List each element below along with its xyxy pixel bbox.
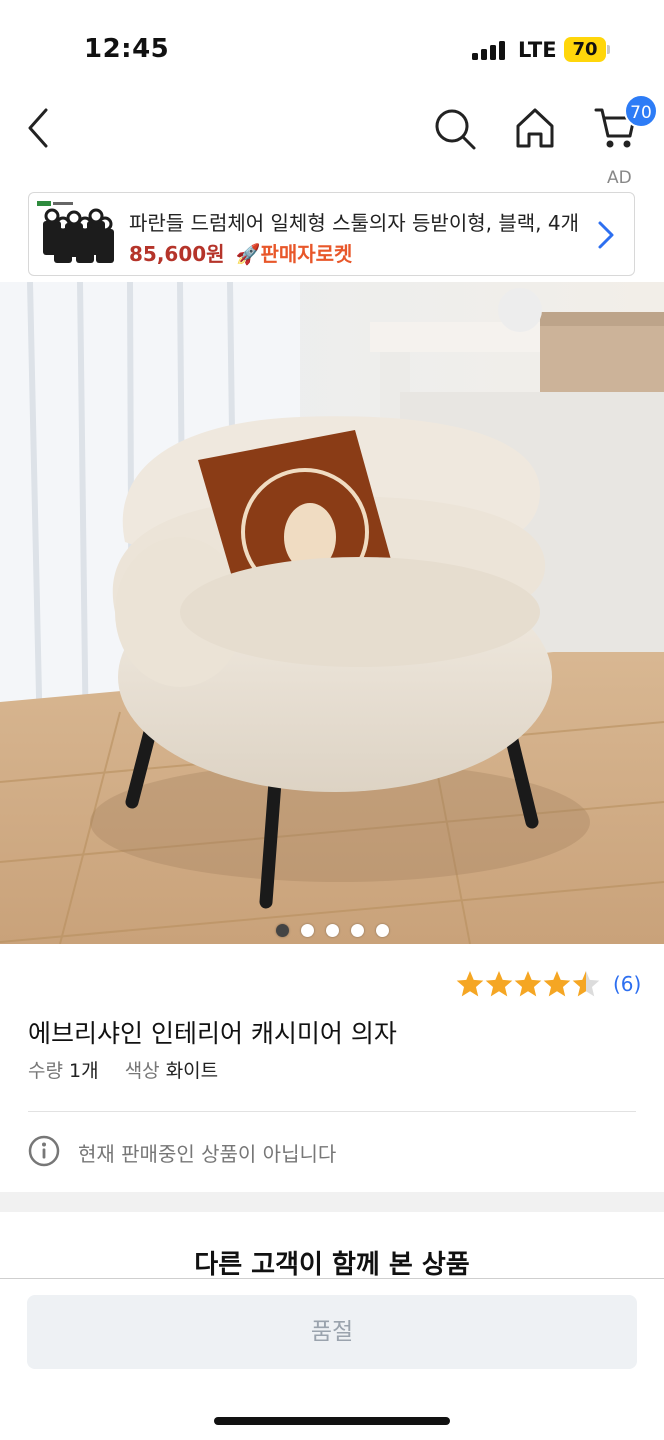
cart-count-badge[interactable]: 70 [624, 94, 658, 128]
sold-out-button[interactable]: 품절 [27, 1295, 637, 1369]
info-icon [28, 1135, 60, 1167]
gallery-dot[interactable] [350, 924, 364, 937]
product-image-gallery[interactable] [0, 282, 664, 944]
signal-icon [472, 40, 508, 60]
product-title: 에브리샤인 인테리어 캐시미어 의자 [28, 1019, 397, 1048]
gallery-dot[interactable] [325, 924, 339, 937]
search-icon[interactable] [432, 106, 478, 152]
battery-icon: 70 [564, 37, 606, 62]
bottom-action-bar: 품절 [0, 1278, 664, 1440]
ad-banner[interactable]: 파란들 드럼체어 일체형 스툴의자 등받이형, 블랙, 4개 85,600원 🚀… [28, 192, 635, 276]
rating-star [485, 971, 513, 997]
ad-price-row: 85,600원 🚀판매자로켓 [129, 238, 352, 267]
color-label: 색상 [124, 1060, 160, 1082]
quantity-label: 수량 [28, 1060, 63, 1082]
seller-rocket-badge: 🚀판매자로켓 [235, 242, 353, 266]
home-icon[interactable] [514, 106, 556, 150]
rating-star [543, 971, 571, 997]
gallery-dot[interactable] [275, 924, 289, 937]
rating-star [456, 971, 484, 997]
chevron-right-icon[interactable] [596, 219, 616, 251]
section-separator [0, 1192, 664, 1212]
product-photo [0, 282, 664, 944]
related-products-title: 다른 고객이 함께 본 상품 [194, 1250, 470, 1280]
divider [28, 1111, 636, 1112]
battery-nub [607, 45, 610, 54]
gallery-pagination [0, 922, 664, 941]
star-rating-icon [456, 971, 600, 997]
network-type: LTE [518, 38, 557, 62]
ad-label: AD [607, 168, 632, 188]
top-nav: 70 [0, 90, 664, 170]
ad-price: 85,600원 [129, 242, 225, 266]
status-bar: 12:45 LTE 70 [0, 0, 664, 90]
color-value: 화이트 [165, 1060, 219, 1082]
rating-count[interactable]: (6) [613, 972, 641, 996]
product-options: 수량 1개 색상 화이트 [28, 1056, 218, 1083]
status-time: 12:45 [84, 34, 170, 64]
ad-product-thumbnail [37, 201, 114, 263]
notice-text: 현재 판매중인 상품이 아닙니다 [78, 1142, 337, 1166]
quantity-value: 1개 [69, 1060, 99, 1082]
rating-star [572, 971, 600, 997]
home-indicator[interactable] [214, 1417, 450, 1425]
chevron-left-icon[interactable] [24, 106, 56, 150]
rating-star [514, 971, 542, 997]
ad-title: 파란들 드럼체어 일체형 스툴의자 등받이형, 블랙, 4개 [129, 211, 579, 235]
gallery-dot[interactable] [375, 924, 389, 937]
gallery-dot[interactable] [300, 924, 314, 937]
